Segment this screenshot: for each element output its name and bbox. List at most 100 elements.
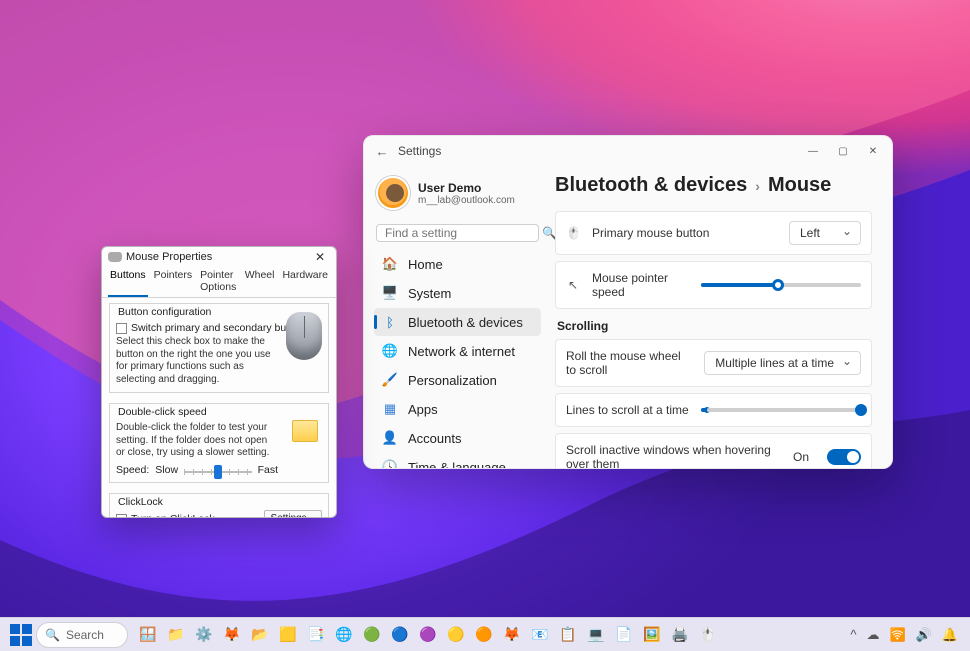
dialog-close-button[interactable]: ✕	[310, 250, 330, 264]
tab-pointer-options[interactable]: Pointer Options	[198, 267, 239, 297]
nav-icon: 🌐	[382, 343, 398, 359]
test-folder-icon[interactable]	[292, 420, 318, 442]
back-button[interactable]: ←	[368, 144, 396, 159]
nav-label: Apps	[408, 402, 438, 417]
taskbar-app-5[interactable]: 🟨	[276, 623, 300, 647]
tray-wifi-icon[interactable]: 🛜	[889, 627, 905, 643]
taskbar-app-16[interactable]: 💻	[584, 623, 608, 647]
taskbar-app-0[interactable]: 🪟	[136, 623, 160, 647]
nav-icon: ᛒ	[382, 314, 398, 330]
mouse-icon: 🖱️	[566, 226, 580, 240]
pointer-speed-row: ↖ Mouse pointer speed	[555, 261, 872, 309]
primary-mouse-label: Primary mouse button	[592, 226, 777, 240]
settings-titlebar[interactable]: ← Settings — ▢ ✕	[364, 136, 892, 166]
window-title: Settings	[398, 144, 441, 158]
tray-volume-icon[interactable]: 🔊	[916, 627, 932, 643]
dialog-tabs: ButtonsPointersPointer OptionsWheelHardw…	[102, 267, 336, 298]
nav-label: Network & internet	[408, 344, 515, 359]
taskbar-app-4[interactable]: 📂	[248, 623, 272, 647]
taskbar-app-20[interactable]: 🖱️	[696, 623, 720, 647]
taskbar-app-12[interactable]: 🟠	[472, 623, 496, 647]
tab-buttons[interactable]: Buttons	[108, 267, 148, 297]
sidebar-item-time[interactable]: 🕓Time & language	[374, 453, 541, 468]
nav-label: Accounts	[408, 431, 461, 446]
tray-overflow-icon[interactable]: ^	[850, 627, 856, 642]
maximize-button[interactable]: ▢	[828, 137, 858, 165]
clicklock-settings-button[interactable]: Settings...	[264, 510, 322, 519]
close-button[interactable]: ✕	[858, 137, 888, 165]
search-field[interactable]	[383, 225, 542, 241]
system-tray: ^ ☁ 🛜 🔊 🔔	[850, 627, 964, 643]
taskbar-app-13[interactable]: 🦊	[500, 623, 524, 647]
taskbar-app-2[interactable]: ⚙️	[192, 623, 216, 647]
nav-icon: ▦	[382, 401, 398, 417]
search-input[interactable]: 🔍	[376, 224, 539, 242]
taskbar-search-icon: 🔍	[45, 628, 60, 642]
inactive-scroll-row: Scroll inactive windows when hovering ov…	[555, 433, 872, 468]
sidebar-nav: 🏠Home🖥️SystemᛒBluetooth & devices 🌐 Networ…	[374, 250, 541, 468]
primary-mouse-dropdown[interactable]: Left	[789, 221, 861, 245]
taskbar-search[interactable]: 🔍 Search	[36, 622, 128, 648]
cursor-icon: ↖	[566, 278, 580, 292]
taskbar-app-19[interactable]: 🖨️	[668, 623, 692, 647]
inactive-scroll-toggle[interactable]	[827, 449, 861, 465]
clicklock-group: ClickLock Turn on ClickLock Settings... …	[109, 493, 329, 519]
taskbar-app-6[interactable]: 📑	[304, 623, 328, 647]
taskbar-search-placeholder: Search	[66, 628, 104, 642]
doubleclick-group: Double-click speed Double-click the fold…	[109, 403, 329, 483]
clicklock-checkbox[interactable]	[116, 514, 127, 519]
scrolling-header: Scrolling	[557, 319, 872, 333]
sidebar-item-apps[interactable]: ▦ Apps	[374, 395, 541, 423]
avatar	[376, 176, 410, 210]
taskbar-app-17[interactable]: 📄	[612, 623, 636, 647]
sidebar-item-accounts[interactable]: 👤Accounts	[374, 424, 541, 452]
taskbar-app-8[interactable]: 🟢	[360, 623, 384, 647]
pointer-speed-slider[interactable]	[701, 283, 861, 287]
roll-wheel-label: Roll the mouse wheel to scroll	[566, 349, 692, 377]
breadcrumb: Bluetooth & devices › Mouse	[555, 174, 872, 197]
dialog-titlebar[interactable]: Mouse Properties ✕	[102, 247, 336, 267]
tray-notification-icon[interactable]: 🔔	[942, 627, 958, 643]
dialog-title: Mouse Properties	[126, 251, 212, 263]
sidebar-item-system[interactable]: 🖥️System	[374, 279, 541, 307]
settings-window: ← Settings — ▢ ✕ User Demo m__lab@outloo…	[363, 135, 893, 469]
sidebar-item-bluetooth[interactable]: ᛒBluetooth & devices	[374, 308, 541, 336]
doubleclick-slider[interactable]	[184, 469, 252, 475]
taskbar-app-15[interactable]: 📋	[556, 623, 580, 647]
taskbar-app-9[interactable]: 🔵	[388, 623, 412, 647]
switch-buttons-checkbox[interactable]	[116, 323, 127, 334]
user-email: m__lab@outlook.com	[418, 195, 515, 206]
sidebar-item-personalization[interactable]: 🖌️Personalization	[374, 366, 541, 394]
taskbar-app-1[interactable]: 📁	[164, 623, 188, 647]
taskbar-app-3[interactable]: 🦊	[220, 623, 244, 647]
user-name: User Demo	[418, 181, 515, 195]
taskbar: 🔍 Search 🪟📁⚙️🦊📂🟨📑🌐🟢🔵🟣🟡🟠🦊📧📋💻📄🖼️🖨️🖱️ ^ ☁ 🛜…	[0, 617, 970, 651]
lines-scroll-row: Lines to scroll at a time	[555, 393, 872, 427]
user-profile[interactable]: User Demo m__lab@outlook.com	[374, 170, 541, 220]
taskbar-app-14[interactable]: 📧	[528, 623, 552, 647]
tab-wheel[interactable]: Wheel	[243, 267, 277, 297]
roll-wheel-dropdown[interactable]: Multiple lines at a time	[704, 351, 861, 375]
taskbar-app-7[interactable]: 🌐	[332, 623, 356, 647]
slow-label: Slow	[155, 464, 178, 476]
lines-scroll-slider[interactable]	[701, 408, 861, 412]
breadcrumb-parent[interactable]: Bluetooth & devices	[555, 174, 747, 197]
start-button[interactable]	[10, 624, 32, 646]
nav-icon: 🖌️	[382, 372, 398, 388]
doubleclick-legend: Double-click speed	[116, 406, 209, 418]
speed-label: Speed:	[116, 464, 149, 476]
nav-label: Home	[408, 257, 443, 272]
tray-cloud-icon[interactable]: ☁	[866, 627, 879, 643]
tab-pointers[interactable]: Pointers	[152, 267, 195, 297]
mouse-dialog-icon	[108, 252, 122, 262]
sidebar-item-network[interactable]: 🌐 Network & internet	[374, 337, 541, 365]
sidebar-item-home[interactable]: 🏠Home	[374, 250, 541, 278]
taskbar-app-10[interactable]: 🟣	[416, 623, 440, 647]
taskbar-app-18[interactable]: 🖼️	[640, 623, 664, 647]
breadcrumb-sep: ›	[755, 178, 760, 194]
primary-mouse-button-row: 🖱️ Primary mouse button Left	[555, 211, 872, 255]
tab-hardware[interactable]: Hardware	[280, 267, 330, 297]
minimize-button[interactable]: —	[798, 137, 828, 165]
taskbar-app-11[interactable]: 🟡	[444, 623, 468, 647]
nav-icon: 🖥️	[382, 285, 398, 301]
